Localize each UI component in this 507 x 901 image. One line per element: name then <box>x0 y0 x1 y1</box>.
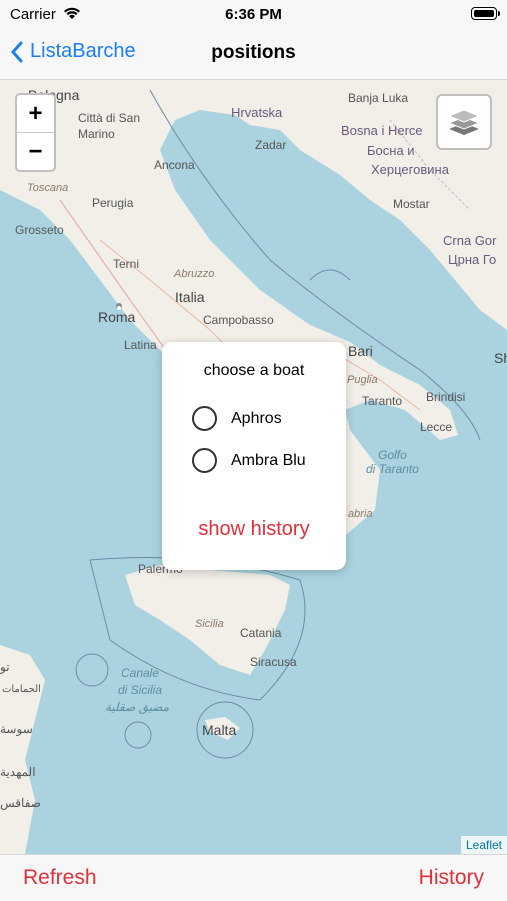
map-label-banja-luka: Banja Luka <box>348 91 409 105</box>
leaflet-attribution-link[interactable]: Leaflet <box>460 836 507 854</box>
boat-option-label: Aphros <box>231 409 282 427</box>
map-label-terni: Terni <box>113 257 140 271</box>
status-bar: Carrier 6:36 PM <box>0 0 507 30</box>
map-label-perugia: Perugia <box>92 196 134 210</box>
map-label-canale-ar: مضيق صقلية <box>105 700 170 714</box>
show-history-button[interactable]: show history <box>162 518 346 541</box>
map-label-tu: تو <box>0 660 10 674</box>
map-label-crna-gora-cyr: Црна Го <box>448 252 497 267</box>
map-label-sousse: سوسة <box>0 722 33 736</box>
map-label-lecce: Lecce <box>420 420 453 434</box>
map-label-brindisi: Brindisi <box>426 390 466 404</box>
map-label-herceg-cyr: Херцеговина <box>371 162 449 177</box>
map-label-crna-gora: Crna Gor <box>443 233 497 248</box>
map-label-canale-sicilia: Canale di Sicilia <box>118 666 163 697</box>
popup-title: choose a boat <box>203 362 305 379</box>
map-label-ancona: Ancona <box>154 158 195 172</box>
map-label-mostar: Mostar <box>393 197 430 211</box>
clock: 6:36 PM <box>225 6 282 23</box>
boat-option-label: Ambra Blu <box>231 451 306 469</box>
map-label-taranto: Taranto <box>362 394 403 408</box>
zoom-control: + − <box>15 93 56 172</box>
map-label-toscana: Toscana <box>27 182 69 194</box>
map-label-campobasso: Campobasso <box>203 313 274 327</box>
radio-button[interactable] <box>192 448 217 473</box>
map-label-golfo-taranto: Golfo di Taranto <box>366 448 419 476</box>
zoom-out-button[interactable]: − <box>17 133 54 170</box>
map-label-mahdia: المهدية <box>0 765 36 779</box>
boat-option-aphros[interactable]: Aphros <box>192 406 282 431</box>
bottom-toolbar: Refresh History <box>0 854 507 901</box>
radio-button[interactable] <box>192 406 217 431</box>
map-label-hammamet: الحمامات <box>2 684 41 695</box>
map-label-abruzzo: Abruzzo <box>174 268 215 280</box>
navigation-bar: ListaBarche positions <box>0 30 507 80</box>
map-label-latina: Latina <box>124 338 157 352</box>
battery-icon <box>471 7 500 20</box>
refresh-button[interactable]: Refresh <box>23 866 97 890</box>
page-title: positions <box>211 42 296 63</box>
layers-icon <box>447 109 481 135</box>
map-label-italia: Italia <box>175 289 205 305</box>
map-label-bosna: Bosna i Herce <box>341 123 423 138</box>
map-label-san-marino: Città di San Marino <box>78 111 141 141</box>
map-label-roma: Roma <box>98 309 136 325</box>
map-label-zadar: Zadar <box>255 138 287 152</box>
map-label-malta: Malta <box>202 722 237 738</box>
map-label-grosseto: Grosseto <box>15 223 64 237</box>
layers-button[interactable] <box>436 94 492 150</box>
map-label-sicilia: Sicilia <box>195 618 224 630</box>
map-label-bosna-cyr: Босна и <box>367 143 415 158</box>
map-label-catania: Catania <box>240 626 282 640</box>
boat-option-ambra-blu[interactable]: Ambra Blu <box>192 448 306 473</box>
map-label-siracusa: Siracusa <box>250 655 297 669</box>
map-label-sfax: صفاقس <box>0 796 41 810</box>
map-label-puglia: Puglia <box>347 374 378 386</box>
zoom-in-button[interactable]: + <box>17 95 54 133</box>
map-label-calabria: abria <box>348 508 373 520</box>
choose-boat-popup: choose a boat Aphros Ambra Blu show hist… <box>162 342 346 570</box>
map-label-hrvatska: Hrvatska <box>231 105 283 120</box>
history-button[interactable]: History <box>419 866 484 890</box>
map-label-sh: Sh <box>494 350 507 366</box>
map-label-bari: Bari <box>348 343 373 359</box>
